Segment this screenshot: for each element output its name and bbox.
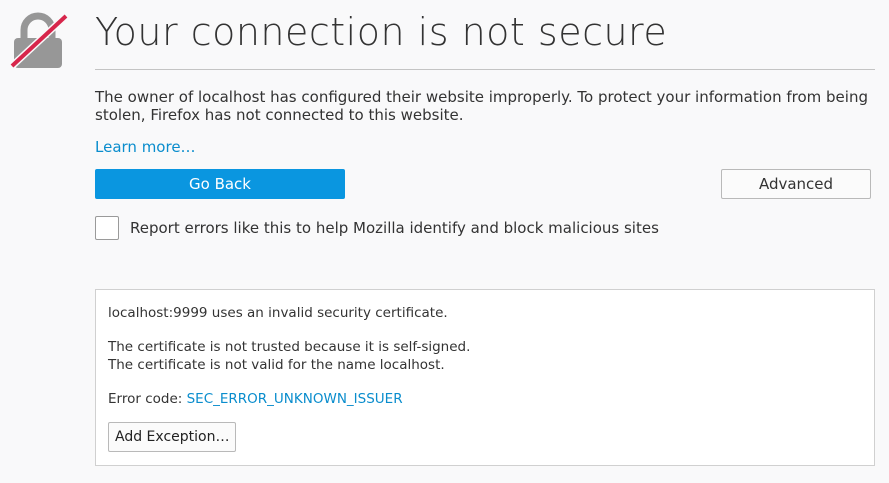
go-back-button[interactable]: Go Back: [95, 169, 345, 199]
error-code-prefix: Error code:: [108, 391, 187, 407]
advanced-panel: localhost:9999 uses an invalid security …: [95, 289, 875, 466]
invalid-cert-text: localhost:9999 uses an invalid security …: [108, 305, 448, 321]
error-page: Your connection is not secure The owner …: [0, 0, 889, 483]
learn-more-link[interactable]: Learn more…: [95, 138, 196, 156]
error-code-line: Error code: SEC_ERROR_UNKNOWN_ISSUER: [108, 390, 862, 408]
button-row: Go Back Advanced: [95, 169, 875, 199]
page-title: Your connection is not secure: [95, 10, 668, 54]
add-exception-button[interactable]: Add Exception…: [108, 422, 237, 452]
cert-not-valid-text: The certificate is not valid for the nam…: [108, 357, 445, 373]
error-description: The owner of localhost has configured th…: [95, 88, 868, 124]
error-code-link[interactable]: SEC_ERROR_UNKNOWN_ISSUER: [187, 391, 403, 407]
title-divider: [95, 69, 875, 70]
lock-broken-icon: [9, 12, 68, 69]
error-content: Your connection is not secure The owner …: [95, 0, 875, 241]
report-errors-label[interactable]: Report errors like this to help Mozilla …: [130, 219, 659, 237]
cert-not-trusted-text: The certificate is not trusted because i…: [108, 339, 471, 355]
report-errors-checkbox[interactable]: [95, 216, 119, 240]
report-errors-row: Report errors like this to help Mozilla …: [95, 215, 875, 241]
advanced-button[interactable]: Advanced: [721, 169, 871, 199]
